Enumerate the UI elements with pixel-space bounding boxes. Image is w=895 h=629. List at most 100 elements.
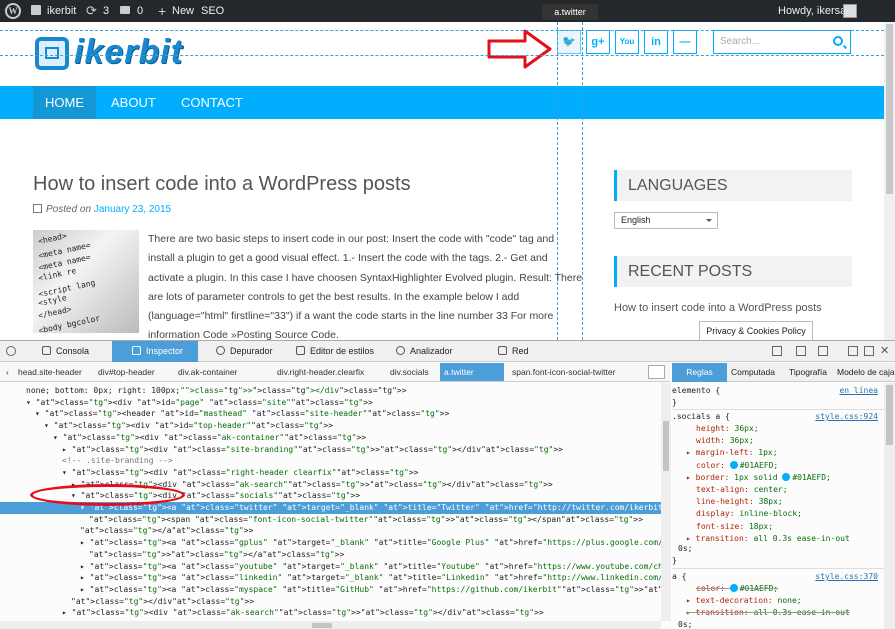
cookie-policy-button[interactable]: Privacy & Cookies Policy	[699, 321, 813, 341]
rule-prop[interactable]: height: 36px;	[672, 423, 884, 435]
wordpress-icon[interactable]: W	[5, 3, 21, 19]
search-input[interactable]: Search...	[713, 30, 851, 54]
markup-node[interactable]: "at">class="tg"><span "at">class="font-i…	[0, 514, 661, 526]
tab-inspector[interactable]: Inspector	[112, 341, 198, 362]
admin-bar-site-name[interactable]: ikerbit	[47, 0, 76, 22]
admin-bar-new[interactable]: New	[172, 0, 194, 22]
breadcrumb-arrow-icon[interactable]: ‹	[6, 363, 9, 381]
home-icon[interactable]	[31, 5, 41, 15]
markup-node[interactable]: ▸ "at">class="tg"><a "at">class="youtube…	[0, 561, 661, 573]
markup-node[interactable]: ▸ "at">class="tg"><div "at">class="site-…	[0, 444, 661, 456]
breadcrumb-item[interactable]: div.ak-container	[178, 363, 237, 381]
twitter-icon[interactable]: 🐦	[557, 30, 581, 54]
rule-prop[interactable]: line-height: 38px;	[672, 496, 884, 508]
rule-prop[interactable]: color: #01AEFD;	[672, 583, 884, 595]
dock-icon[interactable]	[848, 346, 858, 356]
tab-depurador[interactable]: Depurador	[206, 341, 290, 362]
tab-red[interactable]: Red	[494, 341, 554, 362]
markup-node[interactable]: ▸ "at">class="tg"><div "at">class="ak-se…	[0, 607, 661, 619]
markup-node[interactable]: ▾ "at">class="tg"><div "at">class="right…	[0, 467, 661, 479]
nav-about[interactable]: ABOUT	[99, 86, 168, 119]
markup-scrollbar[interactable]	[661, 383, 671, 621]
rule-prop[interactable]: display: inline-block;	[672, 508, 884, 520]
youtube-icon[interactable]: You	[615, 30, 639, 54]
rule-prop[interactable]: ▸ transition: all 0.3s ease-in-out	[672, 607, 884, 619]
pick-element-icon[interactable]	[772, 346, 782, 356]
post-title[interactable]: How to insert code into a WordPress post…	[33, 173, 411, 196]
plus-icon[interactable]: +	[158, 0, 166, 22]
nav-home[interactable]: HOME	[33, 86, 96, 119]
myspace-icon[interactable]: —	[673, 30, 697, 54]
color-swatch-icon[interactable]	[782, 472, 791, 481]
linkedin-icon[interactable]: in	[644, 30, 668, 54]
rule-prop[interactable]: font-size: 18px;	[672, 521, 884, 533]
markup-horizontal-scrollbar[interactable]	[0, 621, 661, 629]
rule-prop[interactable]: color: #01AEFD;	[672, 460, 884, 472]
search-icon[interactable]	[648, 365, 665, 379]
logo-text[interactable]: ikerbit	[74, 33, 183, 72]
markup-node[interactable]: ▾ "at">class="tg"><div "at">id="top-head…	[0, 420, 661, 432]
settings-icon[interactable]	[6, 346, 16, 356]
admin-bar-greeting[interactable]: Howdy, ikersat	[778, 0, 849, 22]
responsive-icon[interactable]	[796, 346, 806, 356]
updates-icon[interactable]: ⟳	[86, 3, 97, 19]
page-scrollbar[interactable]	[884, 22, 895, 340]
recent-post-link[interactable]: How to insert code into a WordPress post…	[614, 302, 822, 314]
language-select[interactable]: English	[614, 212, 718, 229]
avatar[interactable]	[843, 4, 857, 18]
breadcrumb-item[interactable]: div.socials	[390, 363, 429, 381]
markup-node[interactable]: ▸ "at">class="tg"><a "at">class="gplus" …	[0, 537, 661, 549]
rule-prop[interactable]: ▸ text-decoration: none;	[672, 595, 884, 607]
search-icon[interactable]	[833, 36, 843, 46]
close-icon[interactable]: ✕	[880, 344, 889, 357]
screenshot-icon[interactable]	[818, 346, 828, 356]
color-swatch-icon[interactable]	[729, 460, 738, 469]
rule-prop[interactable]: width: 36px;	[672, 435, 884, 447]
color-swatch-icon[interactable]	[729, 584, 738, 592]
markup-node[interactable]: "at">class="tg">>"at">class="tg"></a"at"…	[0, 549, 661, 561]
breadcrumb-item[interactable]: div.right-header.clearfix	[277, 363, 364, 381]
google-plus-icon[interactable]: g+	[586, 30, 610, 54]
markup-node[interactable]: ▾ "at">class="tg"><div "at">class="ak-co…	[0, 432, 661, 444]
tab-analizador[interactable]: Analizador	[394, 341, 484, 362]
rule-source[interactable]: style.css:924	[815, 411, 878, 423]
tab-editor-estilos[interactable]: Editor de estilos	[294, 341, 390, 362]
rule-prop[interactable]: text-align: center;	[672, 484, 884, 496]
tab-tipografia[interactable]: Tipografía	[789, 363, 827, 382]
post-date[interactable]: January 23, 2015	[94, 204, 171, 215]
logo-icon[interactable]	[35, 37, 69, 70]
rule-source[interactable]: style.css:370	[815, 571, 878, 583]
tab-modelo-caja[interactable]: Modelo de caja	[837, 363, 895, 382]
breadcrumb-item[interactable]: span.font-icon-social-twitter	[512, 363, 615, 381]
rule-prop[interactable]: ▸ margin-left: 1px;	[672, 447, 884, 459]
rules-view[interactable]: elemento {en línea } .socials a {style.c…	[672, 383, 884, 629]
markup-node[interactable]: "at">class="tg"></a"at">class="tg">>	[0, 525, 661, 537]
tab-reglas[interactable]: Reglas	[672, 363, 727, 382]
breadcrumb-item[interactable]: div#top-header	[98, 363, 155, 381]
comments-count[interactable]: 0	[137, 0, 143, 22]
markup-node[interactable]: ▸ "at">class="tg"><a "at">class="myspace…	[0, 584, 661, 596]
rules-scrollbar[interactable]	[884, 383, 895, 629]
updates-count[interactable]: 3	[103, 0, 109, 22]
markup-node[interactable]: none; bottom: 0px; right: 100px;"">class…	[0, 385, 661, 397]
split-icon[interactable]	[864, 346, 874, 356]
breadcrumb-item-selected[interactable]: a.twitter	[440, 363, 504, 381]
markup-node[interactable]: ▸ "at">class="tg"><a "at">class="linkedi…	[0, 572, 661, 584]
markup-node[interactable]: "at">class="tg"></div"at">class="tg">>	[0, 596, 661, 608]
comments-icon[interactable]	[120, 6, 130, 14]
tab-label: Red	[512, 346, 529, 356]
tab-computada[interactable]: Computada	[731, 363, 775, 382]
thumb-code-line: <head>	[37, 231, 68, 246]
tab-consola[interactable]: Consola	[20, 341, 100, 362]
calendar-icon	[33, 204, 42, 213]
admin-bar-seo[interactable]: SEO	[201, 0, 224, 22]
markup-node[interactable]: <!-- .site-branding -->	[0, 455, 661, 467]
markup-node[interactable]: ▾ "at">class="tg"><div "at">id="page" "a…	[0, 397, 661, 409]
post-thumbnail[interactable]: <head> <meta name= <meta name= <link re …	[33, 230, 139, 333]
rule-prop[interactable]: ▸ border: 1px solid #01AEFD;	[672, 472, 884, 484]
rule-source[interactable]: en línea	[839, 385, 878, 397]
console-icon	[42, 346, 51, 355]
markup-node[interactable]: ▾ "at">class="tg"><header "at">id="masth…	[0, 408, 661, 420]
nav-contact[interactable]: CONTACT	[169, 86, 255, 119]
breadcrumb-item[interactable]: head.site-header	[18, 363, 82, 381]
